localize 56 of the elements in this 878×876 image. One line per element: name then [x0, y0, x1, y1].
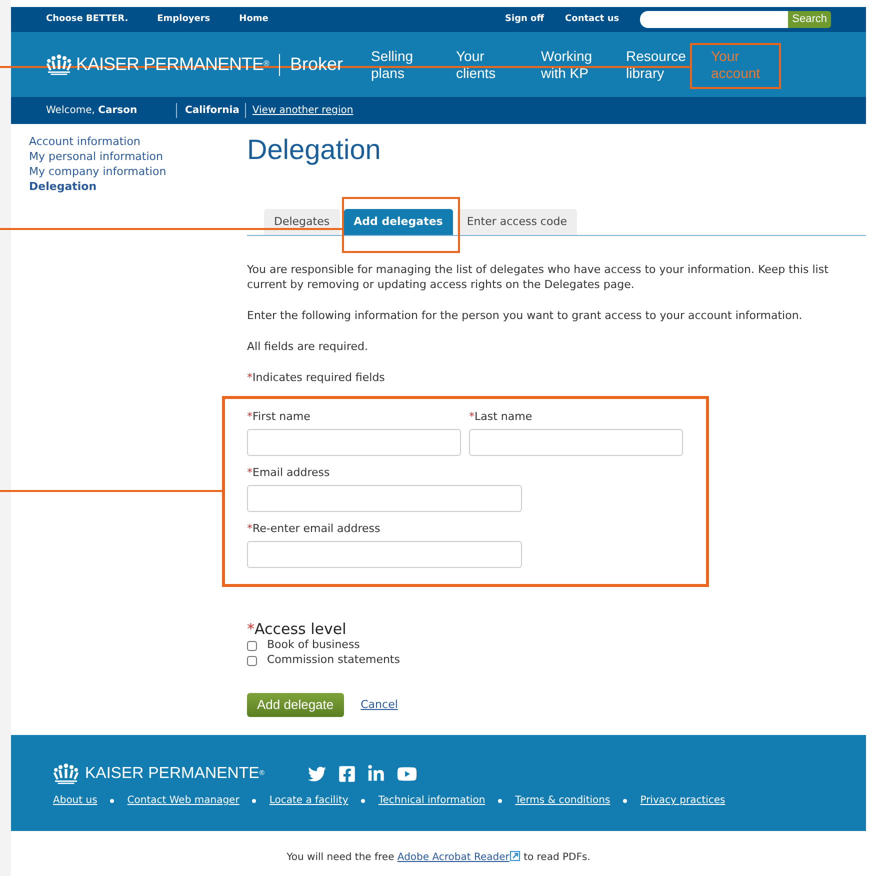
nav-item[interactable]: Working with KP [541, 48, 611, 82]
input-field[interactable] [247, 541, 522, 568]
footer-link[interactable]: About us [53, 793, 98, 808]
input-field[interactable] [247, 429, 461, 456]
sidebar-item[interactable]: Delegation [29, 179, 97, 194]
top-link[interactable]: Choose BETTER. [46, 12, 128, 26]
footer-link[interactable]: Contact Web manager [127, 793, 240, 808]
top-link[interactable]: Contact us [565, 12, 620, 26]
sidebar-item[interactable]: My personal information [29, 149, 163, 164]
input-field[interactable] [247, 485, 522, 512]
nav-item[interactable]: Selling plans [371, 48, 441, 82]
footer-link[interactable]: Privacy practices [640, 793, 726, 808]
footer-link[interactable]: Terms & conditions [515, 793, 610, 808]
field-label: *Email address [247, 466, 330, 480]
add-delegate-button[interactable]: Add delegate [247, 693, 344, 717]
linkedin-icon[interactable] [367, 765, 385, 783]
region-link[interactable]: View another region [252, 103, 354, 118]
youtube-icon[interactable] [396, 765, 418, 783]
top-link[interactable]: Sign off [505, 12, 544, 26]
top-link[interactable]: Home [239, 12, 268, 26]
tab[interactable]: Enter access code [456, 209, 577, 235]
intro-paragraph: All fields are required. [247, 339, 369, 354]
region-name: California [185, 104, 240, 118]
access-level-heading: *Access level [247, 620, 348, 638]
top-link[interactable]: Employers [157, 12, 210, 26]
acrobat-link[interactable]: Adobe Acrobat Reader [397, 852, 510, 863]
field-label: *Last name [469, 410, 532, 424]
logo-icon [53, 763, 79, 785]
footer-link[interactable]: Technical information [378, 793, 486, 808]
facebook-icon[interactable] [338, 765, 356, 783]
nav-item[interactable]: Resource library [626, 48, 696, 82]
tab[interactable]: Delegates [264, 209, 340, 235]
twitter-icon[interactable] [307, 765, 327, 783]
sidebar-item[interactable]: Account information [29, 134, 140, 149]
search-field[interactable] [640, 11, 788, 28]
sidebar-item[interactable]: My company information [29, 164, 166, 179]
field-label: *Re-enter email address [247, 522, 380, 536]
page-title: Delegation [247, 133, 382, 167]
checkbox[interactable] [247, 656, 257, 666]
footer-logo-text: KAISER PERMANENTE$^{®}$ [85, 764, 266, 784]
checkbox[interactable] [247, 640, 257, 650]
welcome-text: Welcome, Carson [46, 104, 138, 118]
tab[interactable]: Add delegates [344, 209, 453, 235]
field-label: *First name [247, 410, 310, 424]
intro-paragraph: Enter the following information for the person you want to grant access to your account information. [247, 308, 804, 323]
footer-link[interactable]: Locate a facility [269, 793, 348, 808]
input-field[interactable] [469, 429, 683, 456]
logo-icon [46, 54, 72, 76]
cancel-link[interactable]: Cancel [360, 696, 398, 714]
checkbox-label: Book of business [267, 637, 360, 654]
intro-paragraph: You are responsible for managing the list of delegates who have access to your information. Keep this list current by removing or updating access rights on the Delegates page. [247, 262, 830, 292]
external-link-icon [510, 851, 520, 861]
pdf-note: You will need the free Adobe Acrobat Reader to read PDFs. [286, 850, 592, 865]
nav-item[interactable]: Your clients [456, 48, 526, 82]
checkbox-label: Commission statements [267, 652, 400, 668]
required-note: *Indicates required fields [247, 370, 386, 385]
